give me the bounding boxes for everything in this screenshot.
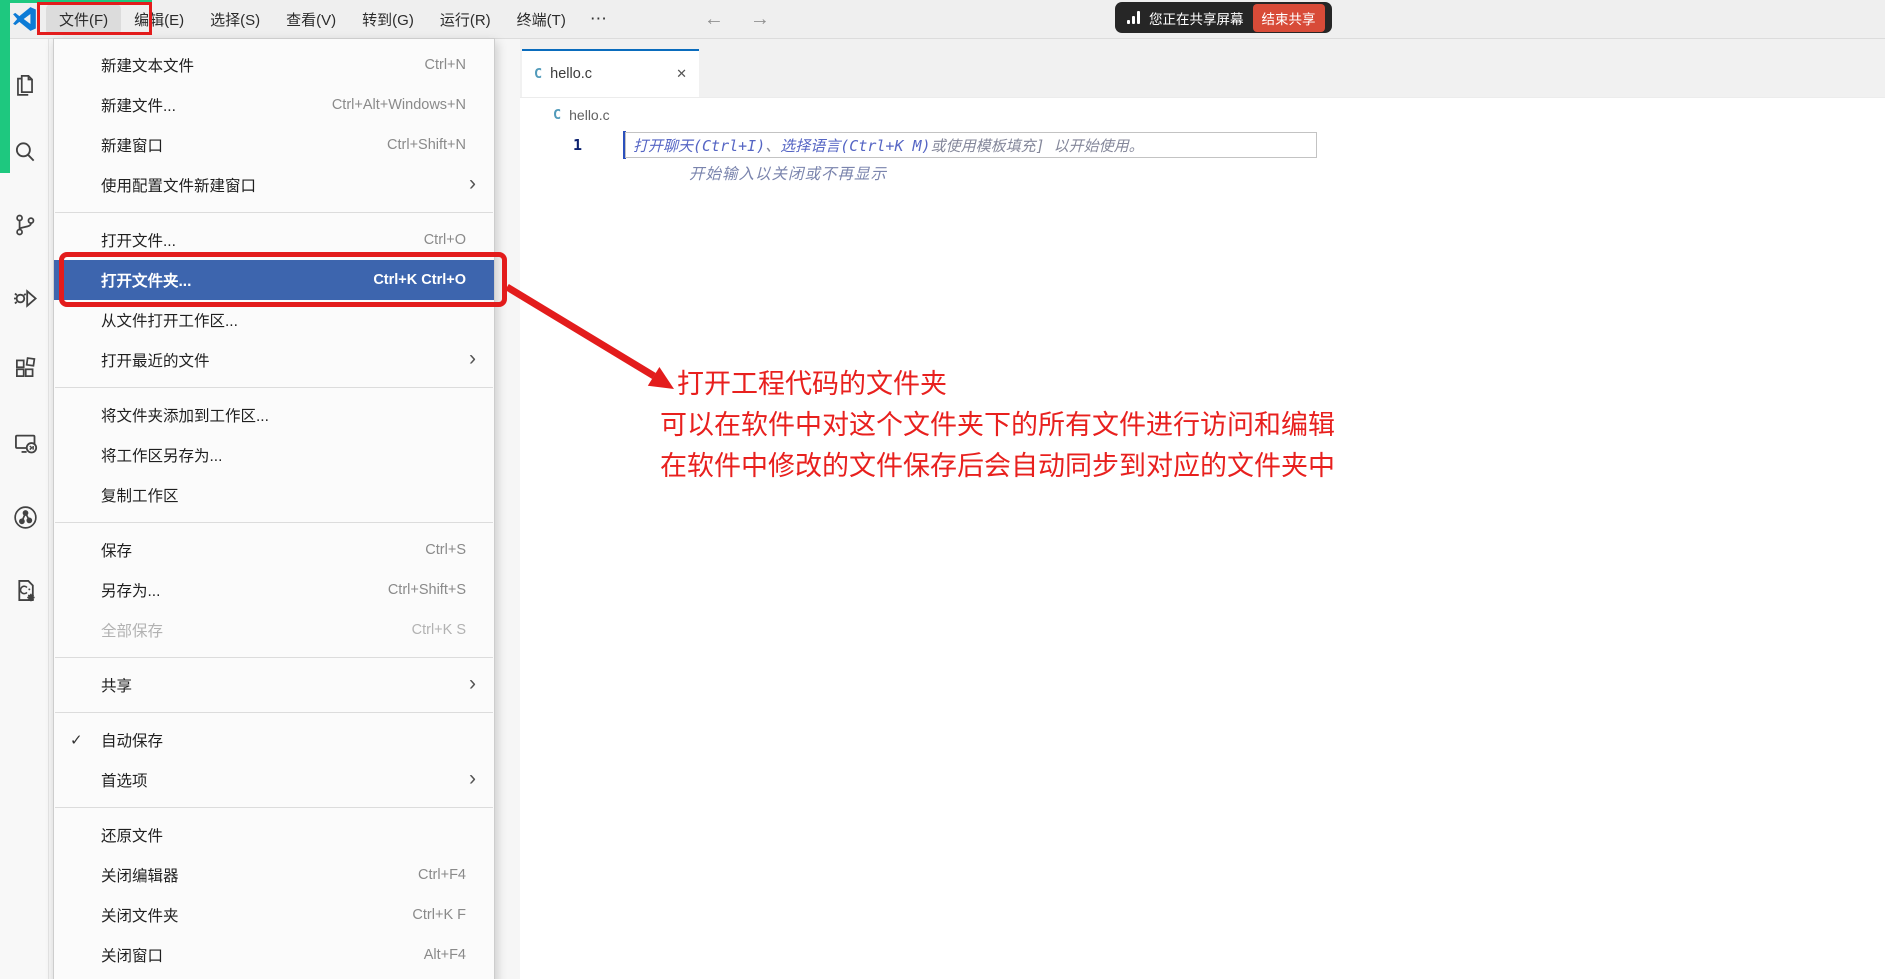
menu-item-new-text-file[interactable]: 新建文本文件Ctrl+N <box>54 45 494 85</box>
inline-chat-hint: 打开聊天(Ctrl+I)、 选择语言(Ctrl+K M)或使用模板填充] 以开始… <box>625 132 1317 158</box>
breadcrumb-file: hello.c <box>569 107 609 123</box>
menu-item-save-all: 全部保存Ctrl+K S <box>54 610 494 650</box>
submenu-arrow-icon: › <box>469 347 476 371</box>
tab-hello-c[interactable]: C hello.c ✕ <box>522 49 699 97</box>
tab-label: hello.c <box>550 66 592 82</box>
menu-separator <box>55 807 493 808</box>
signal-bars-icon <box>1127 11 1140 24</box>
menu-item-auto-save[interactable]: ✓ 自动保存 <box>54 720 494 760</box>
annotation-line: 可以在软件中对这个文件夹下的所有文件进行访问和编辑 <box>660 405 1335 446</box>
run-and-debug-icon[interactable] <box>2 278 48 318</box>
menubar-run[interactable]: 运行(R) <box>427 4 504 35</box>
menu-separator <box>55 387 493 388</box>
extensions-icon[interactable] <box>2 348 48 388</box>
menu-item-close-window[interactable]: 关闭窗口Alt+F4 <box>54 935 494 975</box>
source-control-icon[interactable] <box>2 205 48 245</box>
menubar-go[interactable]: 转到(G) <box>349 4 427 35</box>
cpp-tools-icon[interactable] <box>2 570 48 610</box>
menu-item-open-recent[interactable]: 打开最近的文件› <box>54 340 494 380</box>
submenu-arrow-icon: › <box>469 672 476 696</box>
line-number: 1 <box>520 136 582 154</box>
menu-item-new-window[interactable]: 新建窗口Ctrl+Shift+N <box>54 125 494 165</box>
annotation-line: 打开工程代码的文件夹 <box>677 364 1335 405</box>
pick-language-link[interactable]: 选择语言(Ctrl+K M) <box>780 135 930 156</box>
annotation-line: 在软件中修改的文件保存后会自动同步到对应的文件夹中 <box>660 446 1335 487</box>
menu-item-close-editor[interactable]: 关闭编辑器Ctrl+F4 <box>54 855 494 895</box>
c-file-icon: C <box>534 66 542 82</box>
menu-item-save-as[interactable]: 另存为...Ctrl+Shift+S <box>54 570 494 610</box>
menu-item-new-file[interactable]: 新建文件...Ctrl+Alt+Windows+N <box>54 85 494 125</box>
share-graph-icon[interactable] <box>2 497 48 537</box>
menu-separator <box>55 212 493 213</box>
menu-item-share[interactable]: 共享› <box>54 665 494 705</box>
screen-share-banner: 您正在共享屏幕 结束共享 <box>1115 2 1332 33</box>
code-area[interactable]: 1 打开聊天(Ctrl+I)、 选择语言(Ctrl+K M)或使用模板填充] 以… <box>520 131 1885 187</box>
end-share-button[interactable]: 结束共享 <box>1253 4 1325 32</box>
menu-separator <box>55 522 493 523</box>
breadcrumb[interactable]: C hello.c <box>520 98 1885 131</box>
annotation-text: 打开工程代码的文件夹 可以在软件中对这个文件夹下的所有文件进行访问和编辑 在软件… <box>660 364 1335 487</box>
menubar-selection[interactable]: 选择(S) <box>197 4 273 35</box>
tab-bar: C hello.c ✕ <box>520 38 1885 98</box>
menubar-terminal[interactable]: 终端(T) <box>504 4 579 35</box>
screen-share-border-left <box>0 0 10 173</box>
hint-separator: 、 <box>765 135 780 156</box>
annotation-box-open-folder <box>59 252 507 307</box>
title-bar: 文件(F) 编辑(E) 选择(S) 查看(V) 转到(G) 运行(R) 终端(T… <box>0 0 1885 39</box>
activity-bar <box>0 38 49 979</box>
editor-group: C hello.c ✕ C hello.c 1 打开聊天(Ctrl+I)、 选择… <box>520 38 1885 979</box>
vscode-logo-icon <box>12 6 38 32</box>
c-file-icon: C <box>553 107 561 123</box>
close-icon[interactable]: ✕ <box>676 66 687 82</box>
menu-separator <box>55 712 493 713</box>
annotation-box-file-menu <box>37 2 152 35</box>
menubar-view[interactable]: 查看(V) <box>273 4 349 35</box>
share-status-text: 您正在共享屏幕 <box>1149 8 1244 28</box>
open-chat-link[interactable]: 打开聊天(Ctrl+I) <box>633 135 765 156</box>
check-icon: ✓ <box>70 731 83 749</box>
dismiss-hint-text: 开始输入以关闭或不再显示 <box>689 162 887 184</box>
nav-history: ← → <box>704 8 770 31</box>
menu-item-preferences[interactable]: 首选项› <box>54 760 494 800</box>
menu-item-save[interactable]: 保存Ctrl+S <box>54 530 494 570</box>
vscode-window: 文件(F) 编辑(E) 选择(S) 查看(V) 转到(G) 运行(R) 终端(T… <box>0 0 1885 979</box>
menu-item-add-folder-to-workspace[interactable]: 将文件夹添加到工作区... <box>54 395 494 435</box>
back-arrow-icon[interactable]: ← <box>704 8 724 31</box>
code-line-1: 1 打开聊天(Ctrl+I)、 选择语言(Ctrl+K M)或使用模板填充] 以… <box>520 131 1885 159</box>
menu-separator <box>55 657 493 658</box>
menu-item-new-window-with-profile[interactable]: 使用配置文件新建窗口› <box>54 165 494 205</box>
code-line-2: 开始输入以关闭或不再显示 <box>520 159 1885 187</box>
menu-item-duplicate-workspace[interactable]: 复制工作区 <box>54 475 494 515</box>
menu-item-close-folder[interactable]: 关闭文件夹Ctrl+K F <box>54 895 494 935</box>
menu-item-revert-file[interactable]: 还原文件 <box>54 815 494 855</box>
hint-tail: 或使用模板填充] 以开始使用。 <box>931 135 1144 156</box>
submenu-arrow-icon: › <box>469 172 476 196</box>
remote-explorer-icon[interactable] <box>2 423 48 463</box>
submenu-arrow-icon: › <box>469 767 476 791</box>
file-menu-dropdown: 新建文本文件Ctrl+N 新建文件...Ctrl+Alt+Windows+N 新… <box>53 38 495 979</box>
forward-arrow-icon[interactable]: → <box>750 8 770 31</box>
menu-item-save-workspace-as[interactable]: 将工作区另存为... <box>54 435 494 475</box>
menubar-more-icon[interactable]: ⋯ <box>579 4 618 35</box>
